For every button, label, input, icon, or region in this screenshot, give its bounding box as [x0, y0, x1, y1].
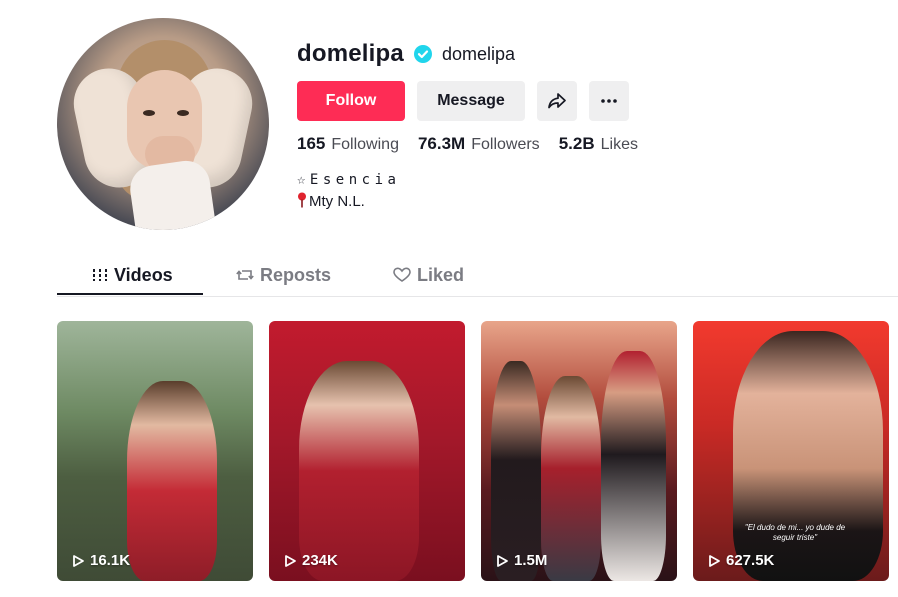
video-card[interactable]: 1.5M: [481, 321, 677, 581]
video-view-count: 1.5M: [495, 552, 547, 569]
avatar-eye-right: [177, 110, 189, 116]
likes-count: 5.2B: [558, 134, 595, 153]
stat-followers[interactable]: 76.3M Followers: [418, 134, 540, 154]
bio-line-1: ☆Esencia: [297, 172, 401, 188]
tab-reposts[interactable]: Reposts: [236, 256, 331, 294]
video-thumbnail-person: [541, 376, 601, 581]
profile-tabs: Videos Reposts Liked: [57, 256, 898, 297]
video-card[interactable]: 234K: [269, 321, 465, 581]
profile-avatar[interactable]: [57, 18, 269, 230]
video-views-text: 627.5K: [726, 552, 775, 569]
video-views-text: 16.1K: [90, 552, 131, 569]
stat-likes: 5.2B Likes: [559, 134, 638, 154]
profile-username: domelipa: [297, 40, 404, 67]
profile-header: domelipa domelipa: [297, 36, 515, 72]
tab-reposts-label: Reposts: [260, 264, 332, 285]
tab-liked[interactable]: Liked: [393, 256, 464, 294]
follow-button[interactable]: Follow: [297, 81, 405, 121]
profile-actions: Follow Message: [297, 81, 629, 121]
tab-videos[interactable]: Videos: [92, 256, 173, 294]
followers-count: 76.3M: [417, 134, 466, 153]
video-grid: 16.1K 234K 1.5M "El dudo de mi... yo dud…: [57, 321, 889, 581]
video-thumbnail-person: [733, 331, 883, 581]
video-view-count: 627.5K: [707, 552, 774, 569]
video-views-text: 234K: [302, 552, 338, 569]
more-icon: [601, 99, 617, 103]
video-thumbnail-person: [601, 351, 666, 581]
bio-line-2: Mty N.L.: [297, 191, 400, 212]
video-thumbnail-person: [127, 381, 217, 581]
video-view-count: 234K: [283, 552, 338, 569]
video-card[interactable]: "El dudo de mi... yo dude de seguir tris…: [693, 321, 889, 581]
stat-following[interactable]: 165 Following: [297, 134, 399, 154]
profile-bio: ☆Esencia Mty N.L.: [297, 170, 400, 212]
avatar-eye-left: [143, 110, 155, 116]
video-views-text: 1.5M: [514, 552, 548, 569]
likes-label: Likes: [600, 136, 638, 153]
title-row: domelipa domelipa: [297, 36, 515, 72]
play-icon: [285, 554, 296, 567]
avatar-sleeve: [127, 157, 217, 230]
bio-location: Mty N.L.: [309, 193, 365, 210]
video-card[interactable]: 16.1K: [57, 321, 253, 581]
repost-icon: [236, 270, 254, 280]
tab-liked-label: Liked: [417, 264, 465, 285]
message-button[interactable]: Message: [417, 81, 525, 121]
play-icon: [709, 554, 720, 567]
play-icon: [497, 554, 508, 567]
video-thumbnail-person: [491, 361, 541, 581]
video-caption: "El dudo de mi... yo dude de seguir tris…: [744, 523, 846, 542]
play-icon: [73, 554, 84, 567]
video-thumbnail-person: [299, 361, 419, 581]
pin-icon: [298, 192, 306, 208]
more-button[interactable]: [589, 81, 629, 121]
profile-stats: 165 Following 76.3M Followers 5.2B Likes: [297, 134, 657, 154]
followers-label: Followers: [471, 136, 540, 153]
verified-badge-icon: [413, 45, 432, 63]
grid-icon: [93, 269, 107, 281]
profile-nickname: domelipa: [441, 43, 515, 64]
following-count: 165: [297, 134, 326, 153]
video-view-count: 16.1K: [71, 552, 130, 569]
active-tab-indicator: [57, 293, 203, 295]
tab-videos-label: Videos: [114, 264, 173, 285]
following-label: Following: [331, 136, 399, 153]
heart-lock-icon: [393, 267, 411, 282]
share-icon: [548, 93, 566, 109]
share-button[interactable]: [537, 81, 577, 121]
